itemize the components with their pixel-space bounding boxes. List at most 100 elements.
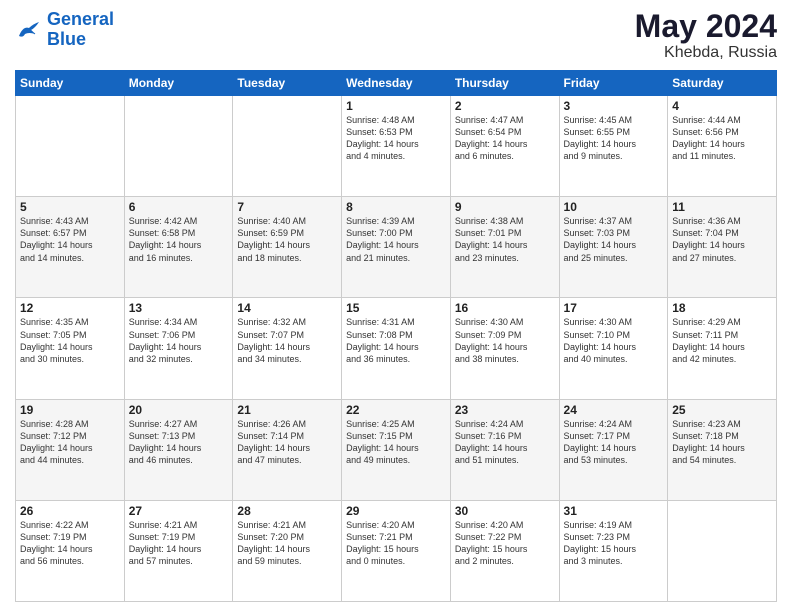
header-thursday: Thursday	[450, 71, 559, 96]
page: General Blue May 2024 Khebda, Russia Sun…	[0, 0, 792, 612]
day-number: 19	[20, 403, 120, 417]
table-row: 3Sunrise: 4:45 AM Sunset: 6:55 PM Daylig…	[559, 96, 668, 197]
day-info: Sunrise: 4:34 AM Sunset: 7:06 PM Dayligh…	[129, 316, 229, 365]
day-number: 18	[672, 301, 772, 315]
table-row: 13Sunrise: 4:34 AM Sunset: 7:06 PM Dayli…	[124, 298, 233, 399]
day-info: Sunrise: 4:39 AM Sunset: 7:00 PM Dayligh…	[346, 215, 446, 264]
day-info: Sunrise: 4:40 AM Sunset: 6:59 PM Dayligh…	[237, 215, 337, 264]
day-number: 29	[346, 504, 446, 518]
table-row: 19Sunrise: 4:28 AM Sunset: 7:12 PM Dayli…	[16, 399, 125, 500]
day-info: Sunrise: 4:25 AM Sunset: 7:15 PM Dayligh…	[346, 418, 446, 467]
day-number: 7	[237, 200, 337, 214]
day-number: 4	[672, 99, 772, 113]
day-info: Sunrise: 4:43 AM Sunset: 6:57 PM Dayligh…	[20, 215, 120, 264]
table-row	[124, 96, 233, 197]
day-info: Sunrise: 4:20 AM Sunset: 7:22 PM Dayligh…	[455, 519, 555, 568]
calendar-week-4: 19Sunrise: 4:28 AM Sunset: 7:12 PM Dayli…	[16, 399, 777, 500]
day-number: 2	[455, 99, 555, 113]
day-info: Sunrise: 4:36 AM Sunset: 7:04 PM Dayligh…	[672, 215, 772, 264]
table-row: 21Sunrise: 4:26 AM Sunset: 7:14 PM Dayli…	[233, 399, 342, 500]
day-number: 3	[564, 99, 664, 113]
table-row: 4Sunrise: 4:44 AM Sunset: 6:56 PM Daylig…	[668, 96, 777, 197]
day-info: Sunrise: 4:24 AM Sunset: 7:17 PM Dayligh…	[564, 418, 664, 467]
day-info: Sunrise: 4:44 AM Sunset: 6:56 PM Dayligh…	[672, 114, 772, 163]
table-row: 11Sunrise: 4:36 AM Sunset: 7:04 PM Dayli…	[668, 197, 777, 298]
table-row: 25Sunrise: 4:23 AM Sunset: 7:18 PM Dayli…	[668, 399, 777, 500]
header-saturday: Saturday	[668, 71, 777, 96]
day-info: Sunrise: 4:31 AM Sunset: 7:08 PM Dayligh…	[346, 316, 446, 365]
table-row: 28Sunrise: 4:21 AM Sunset: 7:20 PM Dayli…	[233, 500, 342, 601]
day-info: Sunrise: 4:37 AM Sunset: 7:03 PM Dayligh…	[564, 215, 664, 264]
table-row: 17Sunrise: 4:30 AM Sunset: 7:10 PM Dayli…	[559, 298, 668, 399]
table-row: 8Sunrise: 4:39 AM Sunset: 7:00 PM Daylig…	[342, 197, 451, 298]
header-wednesday: Wednesday	[342, 71, 451, 96]
header-friday: Friday	[559, 71, 668, 96]
day-number: 15	[346, 301, 446, 315]
calendar-week-1: 1Sunrise: 4:48 AM Sunset: 6:53 PM Daylig…	[16, 96, 777, 197]
table-row	[233, 96, 342, 197]
day-info: Sunrise: 4:30 AM Sunset: 7:10 PM Dayligh…	[564, 316, 664, 365]
day-info: Sunrise: 4:20 AM Sunset: 7:21 PM Dayligh…	[346, 519, 446, 568]
day-number: 22	[346, 403, 446, 417]
calendar-week-2: 5Sunrise: 4:43 AM Sunset: 6:57 PM Daylig…	[16, 197, 777, 298]
header-monday: Monday	[124, 71, 233, 96]
day-number: 23	[455, 403, 555, 417]
table-row: 30Sunrise: 4:20 AM Sunset: 7:22 PM Dayli…	[450, 500, 559, 601]
table-row: 22Sunrise: 4:25 AM Sunset: 7:15 PM Dayli…	[342, 399, 451, 500]
day-info: Sunrise: 4:19 AM Sunset: 7:23 PM Dayligh…	[564, 519, 664, 568]
day-info: Sunrise: 4:42 AM Sunset: 6:58 PM Dayligh…	[129, 215, 229, 264]
day-info: Sunrise: 4:28 AM Sunset: 7:12 PM Dayligh…	[20, 418, 120, 467]
table-row: 12Sunrise: 4:35 AM Sunset: 7:05 PM Dayli…	[16, 298, 125, 399]
table-row: 10Sunrise: 4:37 AM Sunset: 7:03 PM Dayli…	[559, 197, 668, 298]
day-number: 8	[346, 200, 446, 214]
table-row: 31Sunrise: 4:19 AM Sunset: 7:23 PM Dayli…	[559, 500, 668, 601]
day-number: 12	[20, 301, 120, 315]
day-info: Sunrise: 4:48 AM Sunset: 6:53 PM Dayligh…	[346, 114, 446, 163]
day-info: Sunrise: 4:26 AM Sunset: 7:14 PM Dayligh…	[237, 418, 337, 467]
day-info: Sunrise: 4:30 AM Sunset: 7:09 PM Dayligh…	[455, 316, 555, 365]
day-number: 10	[564, 200, 664, 214]
day-number: 6	[129, 200, 229, 214]
day-number: 28	[237, 504, 337, 518]
day-info: Sunrise: 4:24 AM Sunset: 7:16 PM Dayligh…	[455, 418, 555, 467]
table-row: 5Sunrise: 4:43 AM Sunset: 6:57 PM Daylig…	[16, 197, 125, 298]
table-row: 24Sunrise: 4:24 AM Sunset: 7:17 PM Dayli…	[559, 399, 668, 500]
day-info: Sunrise: 4:21 AM Sunset: 7:19 PM Dayligh…	[129, 519, 229, 568]
logo: General Blue	[15, 10, 114, 50]
month-title: May 2024	[635, 10, 777, 42]
calendar-header-row: Sunday Monday Tuesday Wednesday Thursday…	[16, 71, 777, 96]
day-number: 5	[20, 200, 120, 214]
table-row: 6Sunrise: 4:42 AM Sunset: 6:58 PM Daylig…	[124, 197, 233, 298]
table-row: 27Sunrise: 4:21 AM Sunset: 7:19 PM Dayli…	[124, 500, 233, 601]
day-number: 11	[672, 200, 772, 214]
table-row: 20Sunrise: 4:27 AM Sunset: 7:13 PM Dayli…	[124, 399, 233, 500]
location: Khebda, Russia	[635, 44, 777, 62]
day-number: 30	[455, 504, 555, 518]
day-info: Sunrise: 4:21 AM Sunset: 7:20 PM Dayligh…	[237, 519, 337, 568]
table-row	[668, 500, 777, 601]
day-number: 13	[129, 301, 229, 315]
day-number: 25	[672, 403, 772, 417]
calendar-week-5: 26Sunrise: 4:22 AM Sunset: 7:19 PM Dayli…	[16, 500, 777, 601]
day-info: Sunrise: 4:47 AM Sunset: 6:54 PM Dayligh…	[455, 114, 555, 163]
table-row: 26Sunrise: 4:22 AM Sunset: 7:19 PM Dayli…	[16, 500, 125, 601]
calendar-table: Sunday Monday Tuesday Wednesday Thursday…	[15, 70, 777, 602]
table-row: 18Sunrise: 4:29 AM Sunset: 7:11 PM Dayli…	[668, 298, 777, 399]
table-row	[16, 96, 125, 197]
day-info: Sunrise: 4:35 AM Sunset: 7:05 PM Dayligh…	[20, 316, 120, 365]
day-number: 16	[455, 301, 555, 315]
day-number: 26	[20, 504, 120, 518]
header-sunday: Sunday	[16, 71, 125, 96]
day-info: Sunrise: 4:23 AM Sunset: 7:18 PM Dayligh…	[672, 418, 772, 467]
day-number: 20	[129, 403, 229, 417]
day-number: 1	[346, 99, 446, 113]
day-number: 9	[455, 200, 555, 214]
table-row: 16Sunrise: 4:30 AM Sunset: 7:09 PM Dayli…	[450, 298, 559, 399]
day-number: 27	[129, 504, 229, 518]
day-info: Sunrise: 4:27 AM Sunset: 7:13 PM Dayligh…	[129, 418, 229, 467]
table-row: 23Sunrise: 4:24 AM Sunset: 7:16 PM Dayli…	[450, 399, 559, 500]
day-info: Sunrise: 4:22 AM Sunset: 7:19 PM Dayligh…	[20, 519, 120, 568]
title-block: May 2024 Khebda, Russia	[635, 10, 777, 62]
calendar-week-3: 12Sunrise: 4:35 AM Sunset: 7:05 PM Dayli…	[16, 298, 777, 399]
day-number: 21	[237, 403, 337, 417]
